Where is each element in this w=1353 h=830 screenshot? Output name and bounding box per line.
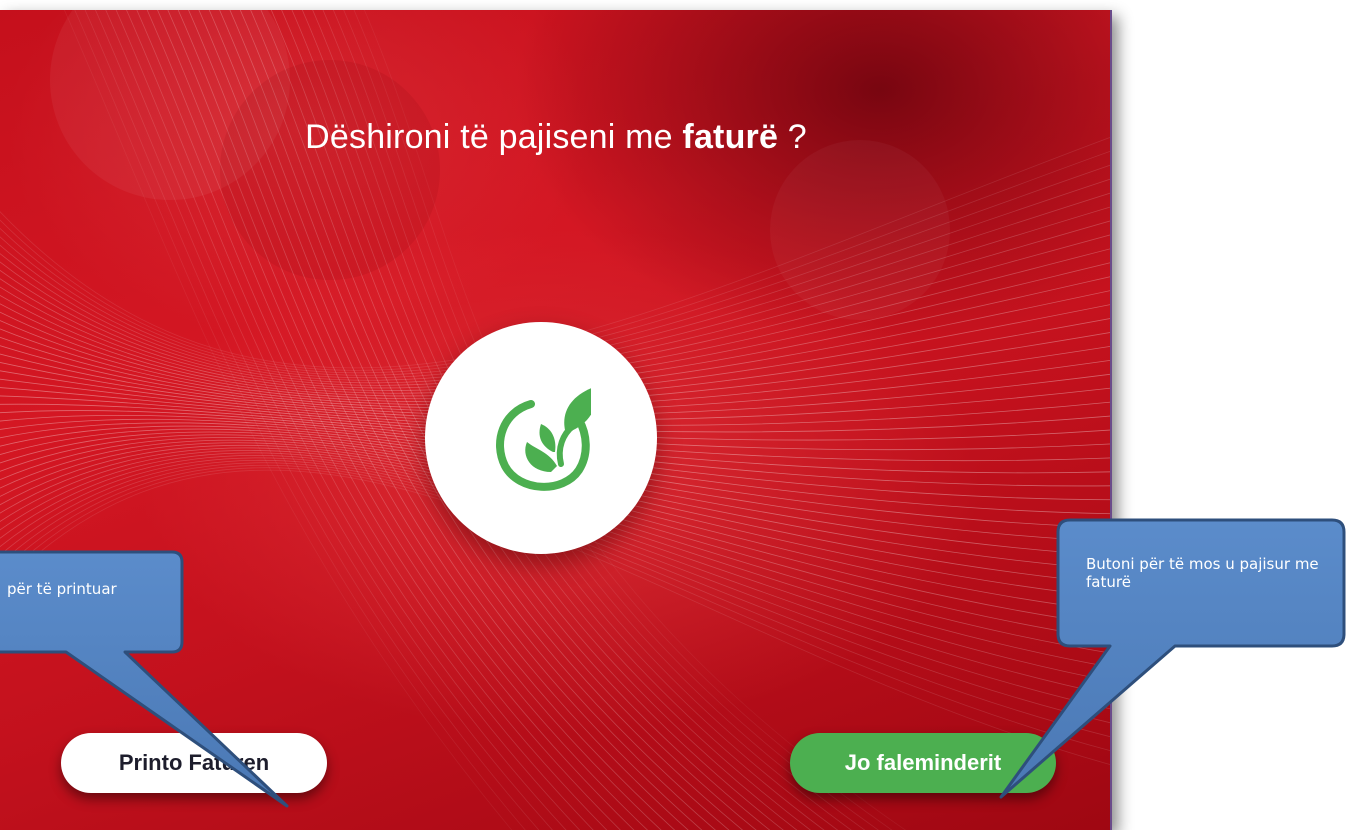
callout-left-text: për të printuar bbox=[7, 580, 117, 598]
title-bold: faturë bbox=[682, 118, 779, 156]
leaf-sprout-icon bbox=[496, 388, 591, 491]
page-title: Dëshironi të pajiseni me faturë ? bbox=[0, 118, 1112, 157]
logo-circle bbox=[425, 322, 657, 554]
kiosk-screen: Dëshironi të pajiseni me faturë ? bbox=[0, 10, 1112, 830]
print-invoice-button[interactable]: Printo Faturen bbox=[61, 733, 327, 793]
title-prefix: Dëshironi të pajiseni me bbox=[305, 118, 683, 156]
callout-right-text: Butoni për të mos u pajisur me faturë bbox=[1086, 555, 1319, 591]
title-suffix: ? bbox=[778, 118, 807, 156]
no-thanks-button[interactable]: Jo faleminderit bbox=[790, 733, 1056, 793]
page: Dëshironi të pajiseni me faturë ? Printo… bbox=[0, 0, 1353, 830]
